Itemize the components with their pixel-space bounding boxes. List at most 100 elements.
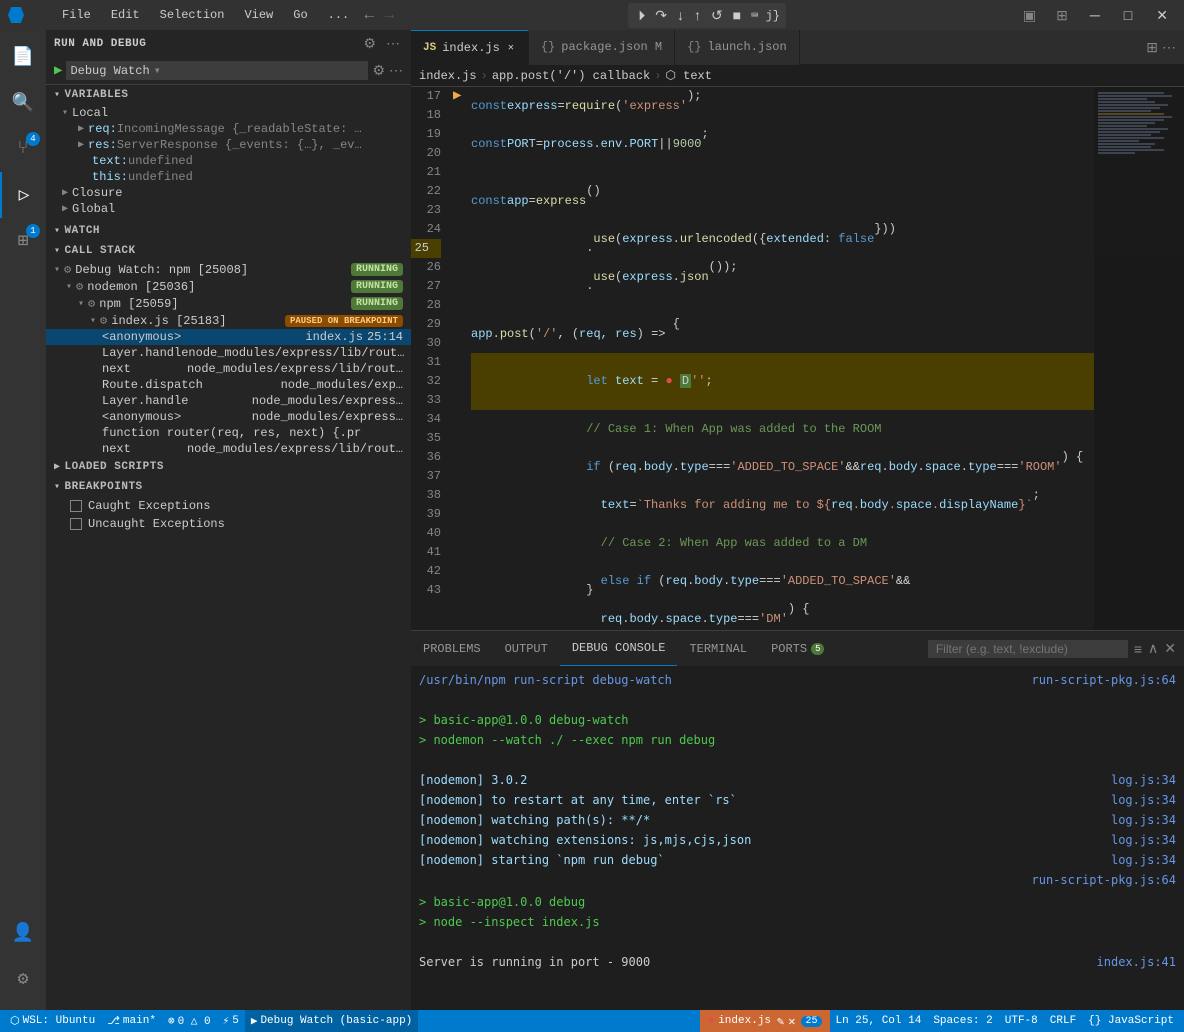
tab-launch-json[interactable]: {} launch.json xyxy=(675,30,800,65)
tab-index-js[interactable]: JS index.js ✕ xyxy=(411,30,529,65)
window-close[interactable]: ✕ xyxy=(1148,7,1176,24)
status-current-file[interactable]: ● index.js ✎ ✕ 25 xyxy=(700,1010,830,1032)
console-filter-input[interactable] xyxy=(928,640,1128,658)
activity-bar-run[interactable]: ▷ xyxy=(0,172,46,218)
call-stack-frame-anonymous[interactable]: <anonymous> index.js 25:14 xyxy=(46,329,411,345)
closure-group[interactable]: ▶ Closure xyxy=(46,185,411,201)
var-this[interactable]: this: undefined xyxy=(46,169,411,185)
breakpoints-header[interactable]: ▾ BREAKPOINTS xyxy=(46,477,411,497)
call-stack-header[interactable]: ▾ CALL STACK xyxy=(46,241,411,261)
call-stack-frame-route-dispatch[interactable]: Route.dispatch node_modules/exp… xyxy=(46,377,411,393)
nav-back[interactable]: ← xyxy=(361,6,377,24)
layout-icons[interactable]: ▣ xyxy=(1017,5,1042,26)
console-link-1[interactable]: run-script-pkg.js:64 xyxy=(1032,671,1177,689)
menu-more[interactable]: ... xyxy=(324,6,354,24)
activity-bar-explorer[interactable]: 📄 xyxy=(0,34,46,80)
call-stack-indexjs[interactable]: ▾ ⚙ index.js [25183] PAUSED ON BREAKPOIN… xyxy=(46,312,411,329)
status-spaces[interactable]: Spaces: 2 xyxy=(927,1010,998,1032)
uncaught-exceptions-item[interactable]: Uncaught Exceptions xyxy=(46,515,411,533)
debug-step-into[interactable]: ↓ xyxy=(673,5,688,25)
current-file-close[interactable]: ✕ xyxy=(788,1014,795,1029)
call-stack-frame-layer-handle-2[interactable]: Layer.handle node_modules/express… xyxy=(46,393,411,409)
status-language[interactable]: {} JavaScript xyxy=(1082,1010,1180,1032)
call-stack-npm[interactable]: ▾ ⚙ npm [25059] RUNNING xyxy=(46,295,411,312)
console-list-view-icon[interactable]: ≡ xyxy=(1134,641,1142,657)
split-editor[interactable]: ⊞ xyxy=(1050,5,1074,26)
panel-tab-debug-console[interactable]: DEBUG CONSOLE xyxy=(560,631,678,666)
console-link-8[interactable]: index.js:41 xyxy=(1097,953,1176,971)
call-stack-debug-watch[interactable]: ▾ ⚙ Debug Watch: npm [25008] RUNNING xyxy=(46,261,411,278)
split-editor-button[interactable]: ⊞ xyxy=(1146,39,1158,56)
status-wsl[interactable]: ⬡ WSL: Ubuntu xyxy=(4,1010,101,1032)
activity-bar-search[interactable]: 🔍 xyxy=(0,80,46,126)
debug-more-icon[interactable]: ⋯ xyxy=(389,62,403,79)
var-res[interactable]: ▶ res: ServerResponse {_events: {…}, _ev… xyxy=(46,137,411,153)
console-line-11: > node --inspect index.js xyxy=(419,912,1176,932)
loaded-scripts-header[interactable]: ▶ LOADED SCRIPTS xyxy=(46,457,411,477)
caught-exceptions-item[interactable]: Caught Exceptions xyxy=(46,497,411,515)
console-link-5[interactable]: log.js:34 xyxy=(1111,831,1176,849)
call-stack-frame-next-1[interactable]: next node_modules/express/lib/rout… xyxy=(46,361,411,377)
console-clear-icon[interactable]: ∧ xyxy=(1148,640,1158,657)
activity-bar-extensions[interactable]: ⊞ 1 xyxy=(0,218,46,264)
status-line-endings[interactable]: CRLF xyxy=(1044,1010,1082,1032)
code-editor[interactable]: 17 18 19 20 21 22 23 24 25 26 27 28 29 3… xyxy=(411,87,1184,630)
console-link-6[interactable]: log.js:34 xyxy=(1111,851,1176,869)
console-link-3[interactable]: log.js:34 xyxy=(1111,791,1176,809)
console-close-icon[interactable]: ✕ xyxy=(1164,640,1176,657)
panel-tab-ports[interactable]: PORTS 5 xyxy=(759,631,836,666)
call-stack-frame-layer-handle-1[interactable]: Layer.handle node_modules/express/lib/ro… xyxy=(46,345,411,361)
local-group[interactable]: ▾ Local xyxy=(46,105,411,121)
current-file-edit-icon[interactable]: ✎ xyxy=(777,1014,784,1029)
status-encoding[interactable]: UTF-8 xyxy=(999,1010,1044,1032)
uncaught-exceptions-checkbox[interactable] xyxy=(70,518,82,530)
console-link-2[interactable]: log.js:34 xyxy=(1111,771,1176,789)
breadcrumb-file[interactable]: index.js xyxy=(419,69,477,83)
activity-bar-settings[interactable]: ⚙ xyxy=(0,956,46,1002)
panel-tab-problems[interactable]: PROBLEMS xyxy=(411,631,493,666)
panel-tab-terminal[interactable]: TERMINAL xyxy=(677,631,759,666)
debug-step-out[interactable]: ↑ xyxy=(690,5,705,25)
nav-forward[interactable]: → xyxy=(381,6,397,24)
menu-file[interactable]: File xyxy=(58,6,95,24)
debug-run-icon[interactable]: ▶ xyxy=(54,62,62,79)
call-stack-frame-router[interactable]: function router(req, res, next) {.pr xyxy=(46,425,411,441)
menu-edit[interactable]: Edit xyxy=(107,6,144,24)
caught-exceptions-checkbox[interactable] xyxy=(70,500,82,512)
activity-bar-account[interactable]: 👤 xyxy=(0,910,46,956)
breadcrumb-callback[interactable]: app.post('/') callback xyxy=(492,69,650,83)
menu-view[interactable]: View xyxy=(240,6,277,24)
more-icon[interactable]: ⋯ xyxy=(383,34,403,53)
call-stack-nodemon[interactable]: ▾ ⚙ nodemon [25036] RUNNING xyxy=(46,278,411,295)
var-text[interactable]: text: undefined xyxy=(46,153,411,169)
more-tabs-button[interactable]: ⋯ xyxy=(1162,39,1176,56)
global-group[interactable]: ▶ Global xyxy=(46,201,411,217)
status-branch[interactable]: ⎇ main* xyxy=(101,1010,162,1032)
menu-go[interactable]: Go xyxy=(289,6,311,24)
status-debug-watch[interactable]: ▶ Debug Watch (basic-app) xyxy=(245,1010,418,1032)
call-stack-frame-next-2[interactable]: next node_modules/express/lib/rout… xyxy=(46,441,411,457)
settings-icon[interactable]: ⚙ xyxy=(360,34,379,53)
watch-header[interactable]: ▾ WATCH xyxy=(46,221,411,241)
status-ports[interactable]: ⚡ 5 xyxy=(217,1010,245,1032)
debug-stop[interactable]: ■ xyxy=(729,5,745,25)
menu-selection[interactable]: Selection xyxy=(156,6,229,24)
debug-step-over[interactable]: ↷ xyxy=(651,5,671,26)
debug-restart[interactable]: ↺ xyxy=(707,5,727,26)
status-errors[interactable]: ⊗ 0 △ 0 xyxy=(162,1010,217,1032)
activity-bar-source-control[interactable]: ⑂ 4 xyxy=(0,126,46,172)
status-ln-col[interactable]: Ln 25, Col 14 xyxy=(830,1010,928,1032)
console-link-7[interactable]: run-script-pkg.js:64 xyxy=(1032,871,1177,889)
debug-continue[interactable]: ⏵ xyxy=(634,5,649,26)
panel-tab-output[interactable]: OUTPUT xyxy=(493,631,560,666)
tab-package-json[interactable]: {} package.json M xyxy=(529,30,675,65)
window-minimize[interactable]: ─ xyxy=(1082,7,1108,23)
tab-index-js-close[interactable]: ✕ xyxy=(506,41,516,55)
window-maximize[interactable]: □ xyxy=(1116,7,1140,23)
debug-gear-icon[interactable]: ⚙ xyxy=(372,62,385,79)
debug-config-select[interactable]: Debug Watch ▾ xyxy=(66,61,368,80)
call-stack-frame-anonymous-2[interactable]: <anonymous> node_modules/express… xyxy=(46,409,411,425)
var-req[interactable]: ▶ req: IncomingMessage {_readableState: … xyxy=(46,121,411,137)
console-link-4[interactable]: log.js:34 xyxy=(1111,811,1176,829)
variables-header[interactable]: ▾ VARIABLES xyxy=(46,85,411,105)
